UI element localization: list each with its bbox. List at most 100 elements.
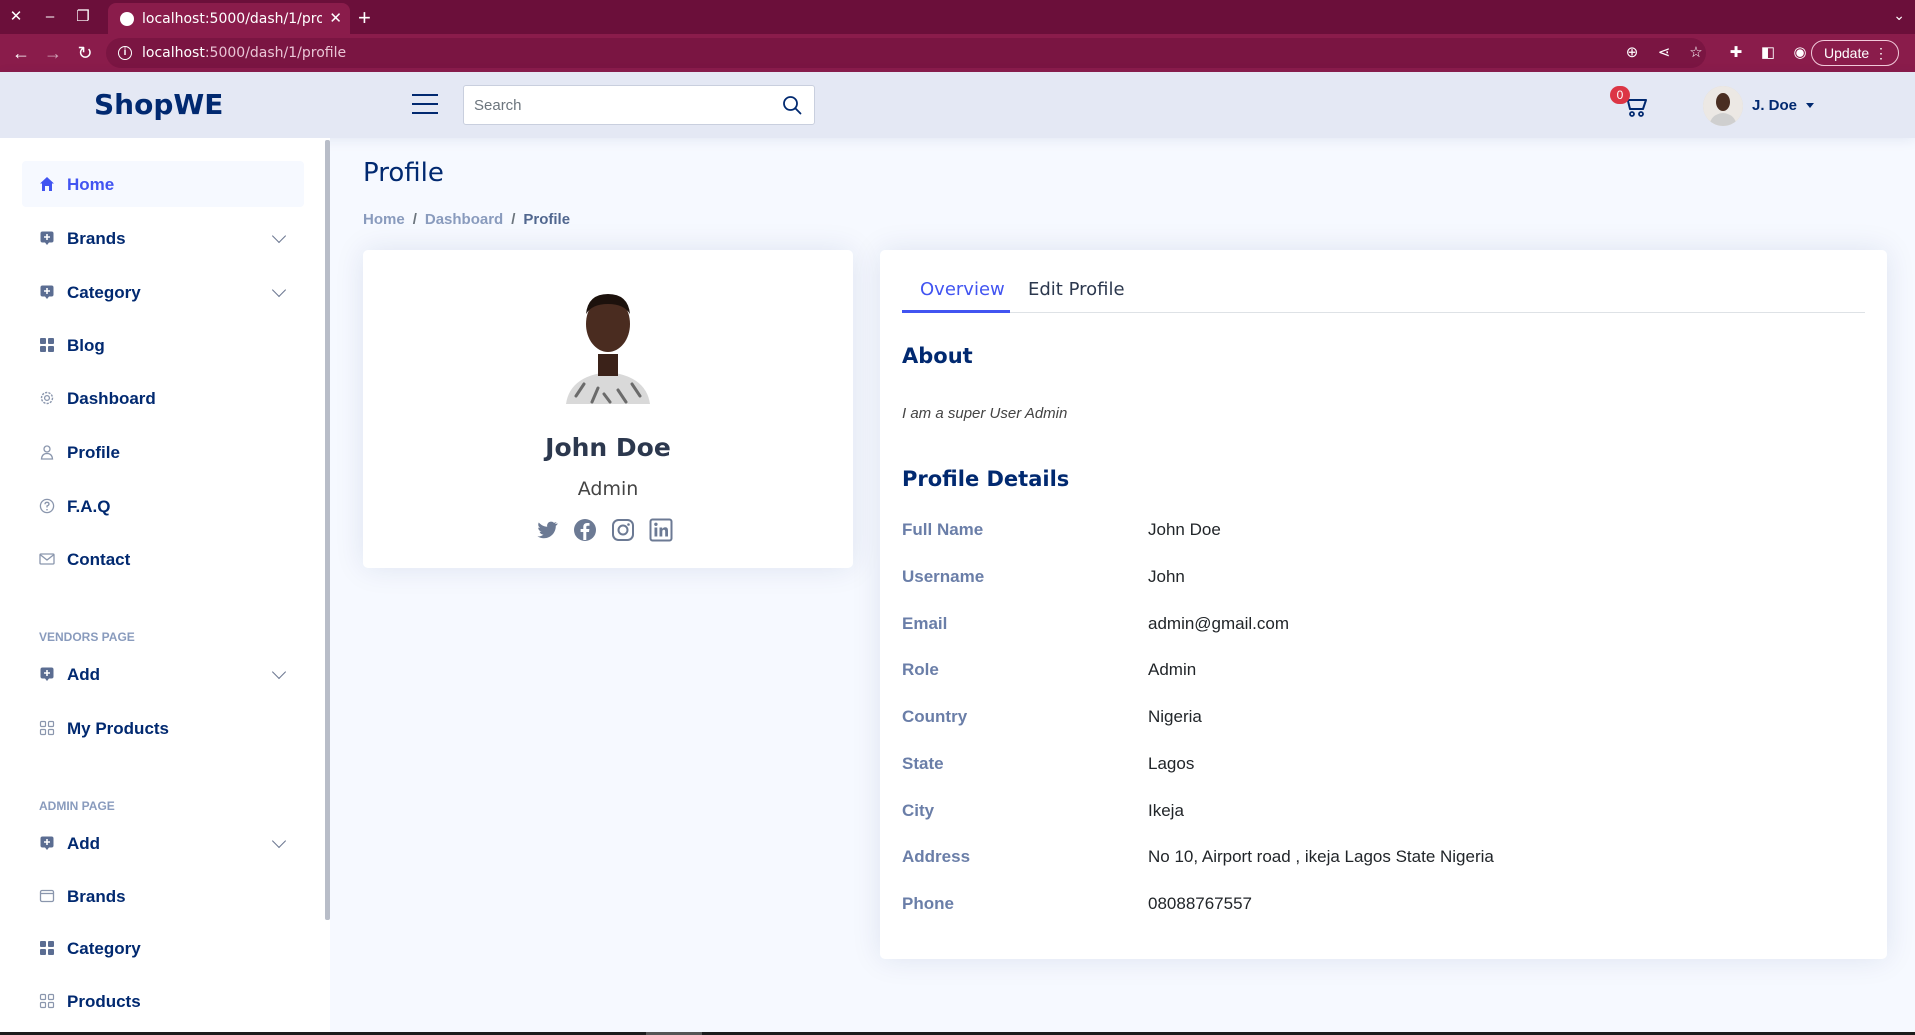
- sidebar-item-contact[interactable]: Contact: [22, 536, 304, 582]
- chevron-down-icon: [271, 664, 287, 680]
- sidebar-item-dashboard[interactable]: Dashboard: [22, 375, 304, 421]
- breadcrumb-separator: /: [412, 211, 417, 228]
- sidebar-item-category[interactable]: Category: [22, 269, 304, 315]
- sidebar-item-faq[interactable]: F.A.Q: [22, 483, 304, 529]
- search-input[interactable]: [464, 86, 764, 124]
- profile-tabs: Overview Edit Profile: [902, 250, 1865, 313]
- tab-overview[interactable]: Overview: [920, 279, 1005, 300]
- detail-label-full-name: Full Name: [902, 520, 984, 539]
- window-close-icon[interactable]: ✕: [6, 7, 26, 27]
- detail-value-role: Admin: [1148, 660, 1197, 679]
- reload-icon[interactable]: ↻: [74, 42, 96, 64]
- logo[interactable]: ShopWE: [94, 88, 223, 121]
- tab-search-chevron-icon[interactable]: ⌄: [1893, 7, 1905, 24]
- grid-icon: [40, 941, 54, 955]
- profile-details-title: Profile Details: [902, 467, 1070, 491]
- plus-square-icon: [40, 667, 54, 681]
- sidebar-item-label: Brands: [67, 887, 126, 906]
- info-icon[interactable]: i: [118, 46, 132, 60]
- sidebar-item-home[interactable]: Home: [22, 161, 304, 207]
- breadcrumb-current: Profile: [523, 211, 571, 228]
- new-tab-button[interactable]: +: [358, 5, 371, 31]
- sidebar-item-label: My Products: [67, 719, 170, 738]
- sidebar-item-vendor-add[interactable]: Add: [22, 651, 304, 697]
- detail-value-full-name: John Doe: [1148, 520, 1221, 539]
- chevron-down-icon: [271, 282, 287, 298]
- breadcrumb-home[interactable]: Home: [363, 211, 405, 228]
- search-icon[interactable]: [782, 95, 802, 115]
- page-title: Profile: [363, 158, 444, 188]
- plus-square-icon: [40, 231, 54, 245]
- menu-dots-icon: ⋮: [1874, 45, 1888, 61]
- detail-label-address: Address: [902, 847, 971, 866]
- breadcrumb-dashboard[interactable]: Dashboard: [425, 211, 503, 228]
- detail-value-state: Lagos: [1148, 754, 1195, 773]
- tab-close-icon[interactable]: ✕: [329, 9, 342, 27]
- detail-label-city: City: [902, 801, 935, 820]
- sidebar-item-my-products[interactable]: My Products: [22, 705, 304, 751]
- grid-outline-icon: [39, 720, 55, 736]
- chevron-down-icon: [271, 228, 287, 244]
- cart-count-badge: 0: [1610, 86, 1630, 104]
- bookmark-star-icon[interactable]: ☆: [1686, 43, 1706, 63]
- hamburger-menu-icon[interactable]: [412, 94, 438, 116]
- facebook-icon[interactable]: [573, 518, 597, 542]
- user-name[interactable]: J. Doe: [1752, 97, 1797, 114]
- sidebar-item-admin-products[interactable]: Products: [22, 978, 304, 1024]
- sidebar-item-label: Contact: [67, 550, 131, 569]
- sidebar-item-admin-add[interactable]: Add: [22, 820, 304, 866]
- profile-icon[interactable]: ◉: [1790, 43, 1810, 63]
- url-text[interactable]: localhost:5000/dash/1/profile: [142, 45, 346, 61]
- grid-outline-icon: [39, 993, 55, 1009]
- back-icon[interactable]: ←: [10, 42, 32, 64]
- detail-value-address: No 10, Airport road , ikeja Lagos State …: [1148, 847, 1494, 866]
- app-header: ShopWE 0 J. Doe: [0, 72, 1915, 138]
- side-panel-icon[interactable]: ◧: [1758, 43, 1778, 63]
- sidebar-heading-vendors: VENDORS PAGE: [39, 630, 135, 644]
- sidebar-item-admin-category[interactable]: Category: [22, 925, 304, 971]
- profile-card: John Doe Admin: [363, 250, 853, 568]
- share-icon[interactable]: ⋖: [1654, 43, 1674, 63]
- sidebar-scrollbar[interactable]: [325, 140, 330, 920]
- url-path: :5000/dash/1/profile: [204, 45, 347, 61]
- window-restore-icon[interactable]: ❐: [73, 7, 93, 27]
- zoom-icon[interactable]: ⊕: [1622, 43, 1642, 63]
- update-button[interactable]: Update ⋮: [1811, 40, 1899, 66]
- linkedin-icon[interactable]: [649, 518, 673, 542]
- detail-label-email: Email: [902, 614, 948, 633]
- detail-label-username: Username: [902, 567, 985, 586]
- about-text: I am a super User Admin: [902, 405, 1068, 422]
- sidebar-item-label: Add: [67, 665, 101, 684]
- sidebar-item-label: F.A.Q: [67, 497, 111, 516]
- detail-value-country: Nigeria: [1148, 707, 1202, 726]
- profile-photo: [566, 294, 650, 404]
- browser-tab[interactable]: localhost:5000/dash/1/profile ✕: [108, 3, 350, 34]
- sidebar-item-label: Home: [67, 175, 115, 194]
- profile-role: Admin: [577, 478, 639, 500]
- tab-edit-profile[interactable]: Edit Profile: [1028, 279, 1125, 300]
- detail-label-role: Role: [902, 660, 939, 679]
- avatar[interactable]: [1703, 86, 1743, 126]
- instagram-icon[interactable]: [611, 518, 635, 542]
- sidebar-item-profile[interactable]: Profile: [22, 429, 304, 475]
- forward-icon[interactable]: →: [42, 42, 64, 64]
- sidebar-item-blog[interactable]: Blog: [22, 322, 304, 368]
- plus-square-icon: [40, 285, 54, 299]
- sidebar-item-label: Add: [67, 834, 101, 853]
- twitter-icon[interactable]: [535, 518, 559, 542]
- sidebar-item-brands[interactable]: Brands: [22, 215, 304, 261]
- sidebar-item-label: Blog: [67, 336, 105, 355]
- search-bar: [463, 85, 815, 125]
- sidebar-item-admin-brands[interactable]: Brands: [22, 873, 304, 919]
- sidebar-item-label: Category: [67, 939, 141, 958]
- house-icon: [40, 177, 54, 191]
- detail-value-username: John: [1148, 567, 1185, 586]
- grid-icon: [40, 338, 54, 352]
- sidebar: Home Brands Category Blog Dashboard Prof…: [0, 138, 330, 1035]
- address-bar[interactable]: i localhost:5000/dash/1/profile: [106, 38, 1706, 68]
- caret-down-icon[interactable]: [1806, 103, 1814, 108]
- globe-icon: [120, 12, 134, 26]
- window-minimize-icon[interactable]: –: [40, 7, 60, 27]
- sidebar-item-label: Brands: [67, 229, 126, 248]
- extensions-icon[interactable]: ✚: [1726, 43, 1746, 63]
